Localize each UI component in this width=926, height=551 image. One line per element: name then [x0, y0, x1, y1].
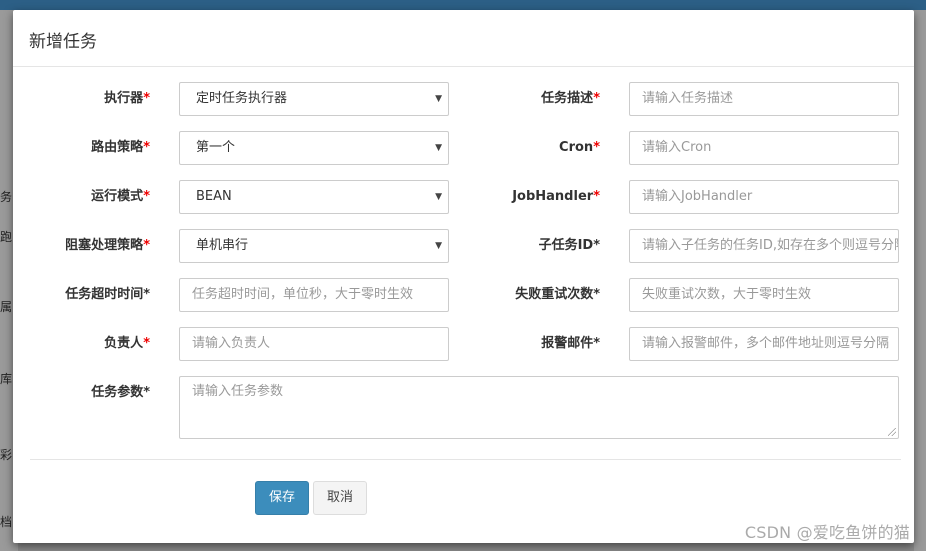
background-text: 档	[0, 515, 13, 529]
executor-value: 定时任务执行器	[196, 91, 288, 106]
app-topbar	[0, 0, 926, 10]
save-button[interactable]: 保存	[255, 481, 309, 515]
modal-header: 新增任务	[13, 10, 914, 67]
block-strategy-select[interactable]: 单机串行 ▼	[179, 229, 449, 263]
timeout-label: 任务超时时间*	[65, 287, 150, 302]
chevron-down-icon: ▼	[435, 192, 442, 202]
form-divider	[30, 459, 901, 460]
watermark: CSDN @爱吃鱼饼的猫	[744, 523, 910, 542]
block-strategy-label: 阻塞处理策略*	[65, 238, 150, 253]
cron-input[interactable]: 请输入Cron	[629, 131, 899, 165]
owner-label: 负责人*	[104, 336, 150, 351]
job-desc-label: 任务描述*	[541, 91, 600, 106]
route-strategy-label: 路由策略*	[91, 140, 150, 155]
executor-label: 执行器*	[104, 91, 150, 106]
job-params-textarea[interactable]: 请输入任务参数	[179, 376, 899, 439]
timeout-input[interactable]: 任务超时时间，单位秒，大于零时生效	[179, 278, 449, 312]
background-right-edge	[914, 10, 926, 551]
child-job-id-label: 子任务ID*	[538, 238, 600, 253]
owner-input[interactable]: 请输入负责人	[179, 327, 449, 361]
retry-count-label: 失败重试次数*	[515, 287, 600, 302]
alarm-email-label: 报警邮件*	[541, 336, 600, 351]
retry-count-input[interactable]: 失败重试次数，大于零时生效	[629, 278, 899, 312]
chevron-down-icon: ▼	[435, 241, 442, 251]
executor-select[interactable]: 定时任务执行器 ▼	[179, 82, 449, 116]
background-text: 彩	[0, 448, 13, 462]
cancel-button[interactable]: 取消	[313, 481, 367, 515]
job-params-label: 任务参数*	[91, 385, 150, 400]
add-task-modal: 新增任务 执行器* 定时任务执行器 ▼ 路由策略* 第一个 ▼ 运行模式* BE…	[13, 10, 914, 543]
alarm-email-input[interactable]: 请输入报警邮件，多个邮件地址则逗号分隔	[629, 327, 899, 361]
route-strategy-select[interactable]: 第一个 ▼	[179, 131, 449, 165]
job-handler-label: JobHandler*	[512, 189, 600, 204]
run-mode-select[interactable]: BEAN ▼	[179, 180, 449, 214]
run-mode-label: 运行模式*	[91, 189, 150, 204]
modal-title: 新增任务	[29, 32, 97, 52]
block-strategy-value: 单机串行	[196, 238, 249, 253]
job-handler-input[interactable]: 请输入JobHandler	[629, 180, 899, 214]
chevron-down-icon: ▼	[435, 94, 442, 104]
chevron-down-icon: ▼	[435, 143, 442, 153]
resize-grip-icon[interactable]	[888, 428, 896, 436]
job-desc-input[interactable]: 请输入任务描述	[629, 82, 899, 116]
cron-label: Cron*	[559, 140, 600, 155]
run-mode-value: BEAN	[196, 189, 232, 204]
job-params-placeholder: 请输入任务参数	[192, 384, 284, 399]
route-strategy-value: 第一个	[196, 140, 236, 155]
child-job-id-input[interactable]: 请输入子任务的任务ID,如存在多个则逗号分隔	[629, 229, 899, 263]
